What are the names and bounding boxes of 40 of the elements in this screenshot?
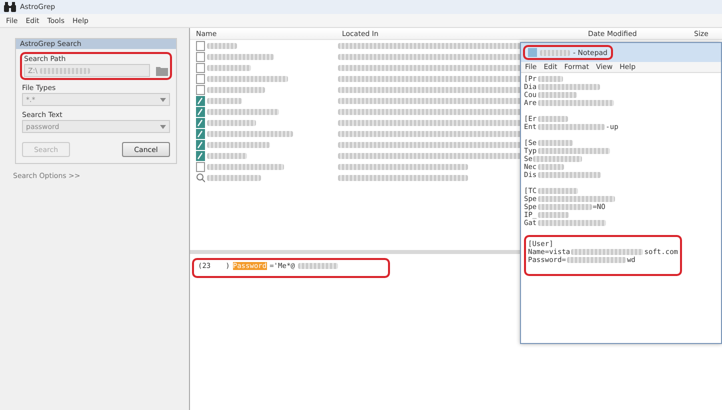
redacted-text: [538, 204, 592, 210]
redacted-text: [538, 124, 605, 130]
redacted-text: [207, 142, 270, 148]
redacted-text: [207, 98, 242, 104]
redacted-text: [538, 92, 577, 98]
notepad-icon: [196, 96, 205, 106]
notepad-icon: [196, 150, 205, 160]
redacted-text: [538, 116, 568, 122]
redacted-text: [207, 174, 261, 180]
folder-icon[interactable]: [156, 66, 168, 76]
caret-icon: [160, 124, 166, 128]
redacted-text: [40, 68, 90, 74]
redacted-text: [207, 152, 247, 158]
notepad-icon: [196, 106, 205, 116]
redacted-text: [538, 84, 600, 90]
redacted-text: [207, 86, 265, 92]
caret-icon: [160, 98, 166, 102]
magnifier-icon: [196, 172, 205, 182]
redacted-text: [538, 140, 573, 146]
binoculars-icon: [4, 2, 16, 12]
notepad-icon: [196, 140, 205, 150]
redacted-text: [207, 64, 251, 70]
redacted-text: [538, 188, 578, 194]
redacted-text: [298, 263, 338, 269]
redacted-text: [538, 172, 601, 178]
redacted-text: [540, 50, 570, 56]
redacted-text: [207, 120, 256, 126]
redacted-text: [533, 156, 582, 162]
notepad-icon: [196, 118, 205, 128]
notepad-icon: [196, 128, 205, 138]
redacted-text: [207, 108, 279, 114]
redacted-text: [538, 212, 569, 218]
redacted-text: [538, 164, 564, 170]
redacted-text: [207, 42, 237, 48]
redacted-text: [538, 76, 563, 82]
redacted-text: [538, 220, 606, 226]
notepad-icon: [528, 48, 537, 57]
redacted-text: [207, 54, 274, 60]
file-icon: [196, 162, 205, 172]
redacted-text: [566, 257, 626, 263]
